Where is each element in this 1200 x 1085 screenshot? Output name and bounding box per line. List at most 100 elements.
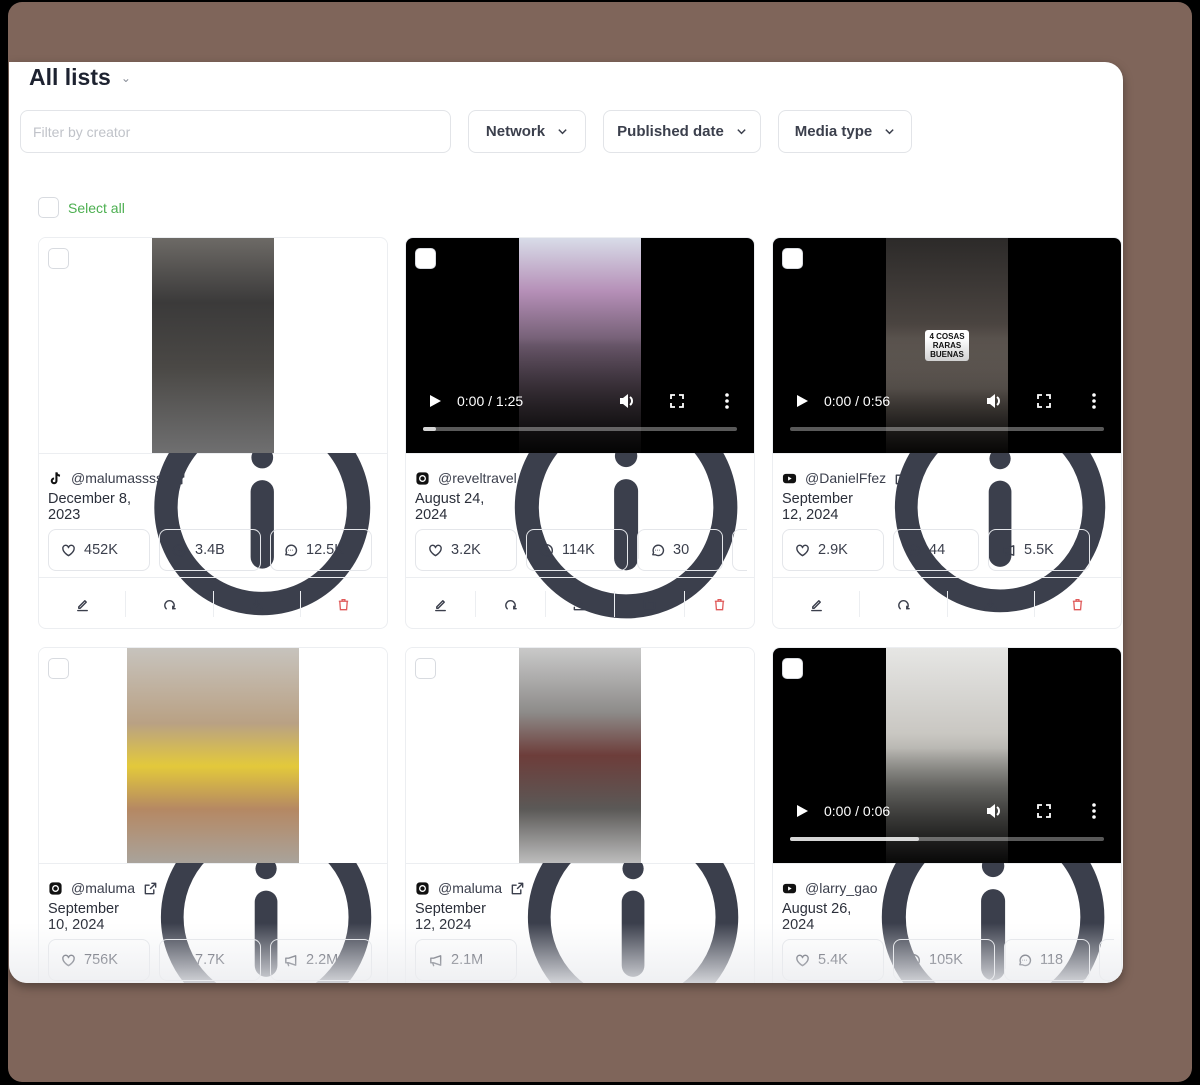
video-progress-slider[interactable]: [790, 427, 1104, 431]
card-checkbox[interactable]: [782, 658, 803, 679]
media-image[interactable]: [39, 238, 387, 453]
media-card: @maluma September 12, 2024 2.1M: [405, 647, 755, 983]
creator-handle: @DanielFfez: [805, 470, 887, 486]
published-date: August 26, 2024: [782, 805, 1121, 983]
thumbnail: [127, 648, 299, 863]
select-all[interactable]: Select all: [38, 197, 125, 218]
lists-panel: All lists ⌄ Network Published date Media…: [9, 62, 1123, 983]
instagram-icon: [416, 471, 429, 485]
trash-icon: [339, 598, 349, 610]
delete-button[interactable]: [301, 591, 387, 617]
stat-value: 30: [673, 542, 690, 558]
network-dropdown-label: Network: [485, 123, 546, 140]
download-icon: [250, 598, 263, 610]
megaphone-icon: [1112, 953, 1114, 968]
video-player[interactable]: 0:00 / 1:25: [406, 238, 754, 453]
fullscreen-icon[interactable]: [670, 394, 684, 408]
video-progress-slider[interactable]: [790, 837, 1104, 841]
download-button[interactable]: [214, 591, 301, 617]
download-button[interactable]: [546, 591, 616, 617]
more-options-icon[interactable]: [1091, 392, 1097, 410]
stat-value: 105K: [929, 952, 963, 968]
megaphone-icon: [285, 954, 297, 966]
folder-button[interactable]: [615, 591, 686, 617]
media-type-dropdown[interactable]: Media type: [778, 110, 912, 153]
stat-comment: 7.7K: [159, 939, 261, 981]
card-meta: @reveltravel August 24, 2024 3.2K114K301: [406, 395, 754, 619]
fullscreen-icon[interactable]: [1037, 804, 1051, 818]
stats-row: 756K 7.7K 2.2M: [48, 939, 380, 981]
stat-value: 12.5K: [306, 542, 344, 558]
published-date-dropdown[interactable]: Published date: [603, 110, 761, 153]
volume-icon[interactable]: [985, 802, 1003, 820]
card-checkbox[interactable]: [415, 658, 436, 679]
card-meta: @larry_gao August 26, 2024 5.4K105K1181(: [773, 805, 1121, 983]
more-options-icon[interactable]: [1091, 802, 1097, 820]
megaphone-icon: [1003, 544, 1015, 556]
select-all-checkbox[interactable]: [38, 197, 59, 218]
card-actions: [773, 577, 1121, 628]
video-time: 0:00 / 1:25: [457, 393, 524, 409]
date-text: December 8, 2023: [48, 491, 132, 523]
folder-icon: [643, 599, 656, 609]
play-circle-icon: [906, 953, 921, 967]
chevron-down-icon: ⌄: [120, 70, 131, 85]
delete-button[interactable]: [685, 591, 754, 617]
card-checkbox[interactable]: [48, 658, 69, 679]
creator-handle: @maluma: [438, 880, 503, 896]
published-date: September 12, 2024: [782, 401, 1121, 613]
comment-icon: [285, 544, 298, 556]
comment-icon: [908, 544, 921, 556]
video-progress-slider[interactable]: [423, 427, 737, 431]
delete-button[interactable]: [1035, 591, 1121, 617]
refresh-button[interactable]: [126, 591, 214, 617]
trash-icon: [1073, 598, 1083, 610]
stat-comment: 12.5K: [270, 529, 372, 571]
refresh-button[interactable]: [860, 591, 948, 617]
video-player[interactable]: 0:00 / 0:06: [773, 648, 1121, 863]
card-checkbox[interactable]: [48, 248, 69, 269]
stat-value: 7.7K: [195, 952, 225, 968]
play-circle-icon: [172, 543, 187, 557]
published-date: December 8, 2023: [48, 399, 387, 615]
stats-row: 3.2K 114K 30 1: [415, 529, 747, 571]
refresh-button[interactable]: [476, 591, 546, 617]
comment-icon: [652, 544, 665, 556]
creator-filter-input[interactable]: [20, 110, 451, 153]
media-card: @malumassss December 8, 2023 452K 3.4B 12.…: [38, 237, 388, 629]
stat-heart: 3.2K: [415, 529, 517, 571]
card-checkbox[interactable]: [415, 248, 436, 269]
edit-icon: [810, 599, 822, 611]
media-image[interactable]: [39, 648, 387, 863]
stat-comment: 44: [893, 529, 979, 571]
play-icon[interactable]: [795, 804, 809, 818]
card-checkbox[interactable]: [782, 248, 803, 269]
date-text: September 10, 2024: [48, 901, 119, 933]
video-player[interactable]: 4 COSAS RARAS BUENAS 0:00 / 0:56: [773, 238, 1121, 453]
media-image[interactable]: [406, 648, 754, 863]
published-date: September 10, 2024: [48, 811, 387, 983]
network-dropdown[interactable]: Network: [468, 110, 586, 153]
more-options-icon[interactable]: [724, 392, 730, 410]
download-button[interactable]: [948, 591, 1035, 617]
list-selector[interactable]: All lists ⌄: [29, 64, 131, 91]
fullscreen-icon[interactable]: [1037, 394, 1051, 408]
stat-value: 5.5K: [1024, 542, 1054, 558]
edit-button[interactable]: [39, 591, 127, 617]
buffered-bar: [423, 427, 436, 431]
play-icon[interactable]: [795, 394, 809, 408]
creator-handle: @maluma: [71, 880, 136, 896]
instagram-icon: [49, 881, 62, 895]
volume-icon[interactable]: [618, 392, 636, 410]
edit-button[interactable]: [773, 591, 861, 617]
stat-heart: 5.4K: [782, 939, 884, 981]
media-card: 4 COSAS RARAS BUENAS 0:00 / 0:56 @Daniel…: [772, 237, 1122, 629]
card-meta: @maluma September 10, 2024 756K 7.7K 2.2M: [39, 811, 387, 983]
edit-button[interactable]: [406, 591, 476, 617]
volume-icon[interactable]: [985, 392, 1003, 410]
date-text: September 12, 2024: [415, 901, 486, 933]
stat-heart: 756K: [48, 939, 150, 981]
stats-row: 5.4K 105K 118 1(: [782, 939, 1114, 981]
megaphone-icon: [430, 954, 442, 966]
play-icon[interactable]: [428, 394, 442, 408]
